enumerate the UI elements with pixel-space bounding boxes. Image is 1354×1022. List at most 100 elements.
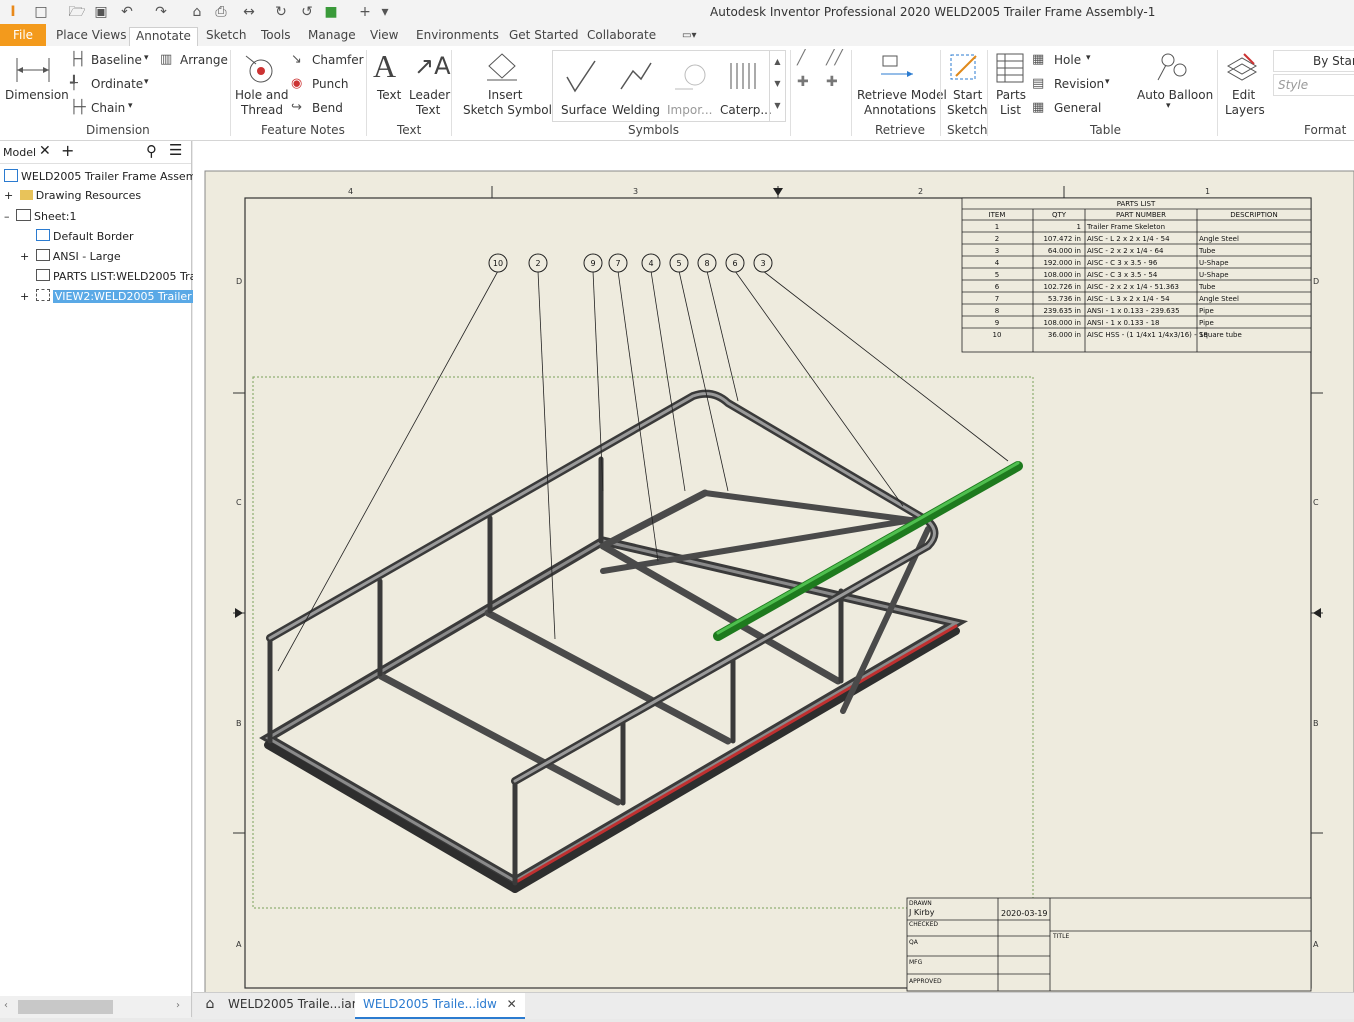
punch-button[interactable]: Punch xyxy=(312,77,348,91)
redo-icon[interactable]: ↷ xyxy=(152,3,170,21)
new-file-icon[interactable]: □ xyxy=(32,3,50,21)
parts-list-label-1[interactable]: Parts xyxy=(996,88,1026,102)
expand-icon[interactable]: + xyxy=(4,189,13,202)
hole-thread-label-1[interactable]: Hole and xyxy=(235,88,288,102)
rebuild-icon[interactable]: ↺ xyxy=(298,3,316,21)
hole-thread-icon[interactable] xyxy=(244,54,278,86)
save-icon[interactable]: ▣ xyxy=(92,3,110,21)
style-standard-select[interactable]: By Standard xyxy=(1273,50,1354,72)
revision-table-button[interactable]: Revision xyxy=(1054,77,1104,91)
tree-item-default-border[interactable]: Default Border xyxy=(36,229,134,243)
tree-item-drawing-resources[interactable]: + Drawing Resources xyxy=(4,189,141,202)
search-icon[interactable]: ⚲ xyxy=(146,142,157,160)
expand-icon[interactable]: + xyxy=(20,250,29,263)
welding-button[interactable]: Welding xyxy=(612,103,660,117)
tab-sketch[interactable]: Sketch xyxy=(200,27,252,46)
tab-annotate[interactable]: Annotate xyxy=(129,27,198,47)
parts-list-icon[interactable] xyxy=(995,52,1025,84)
close-tab-icon[interactable]: ✕ xyxy=(507,997,517,1011)
centered-pattern-icon[interactable]: ✚ xyxy=(826,74,838,90)
scroll-left-icon[interactable]: ‹ xyxy=(4,1000,8,1011)
doc-tab-assembly[interactable]: WELD2005 Traile...iam xyxy=(220,993,371,1017)
tab-manage[interactable]: Manage xyxy=(302,27,362,46)
collapse-icon[interactable]: – xyxy=(4,210,10,223)
retrieve-model-icon[interactable] xyxy=(879,52,915,84)
start-sketch-label-1[interactable]: Start xyxy=(953,88,982,102)
add-icon[interactable]: + xyxy=(356,3,374,21)
scroll-thumb[interactable] xyxy=(18,1000,113,1014)
undo-icon[interactable]: ↶ xyxy=(118,3,136,21)
bend-button[interactable]: Bend xyxy=(312,101,343,115)
expand-icon[interactable]: + xyxy=(20,290,29,303)
chain-button[interactable]: Chain xyxy=(91,101,125,115)
drawing-canvas[interactable]: 4 3 2 1 D C B A D C B A 10 2 9 7 4 5 8 6… xyxy=(193,141,1354,992)
general-table-button[interactable]: General xyxy=(1054,101,1101,115)
ordinate-dropdown-icon[interactable]: ▾ xyxy=(144,77,149,87)
auto-balloon-dropdown-icon[interactable]: ▾ xyxy=(1166,101,1171,111)
browser-title[interactable]: Model xyxy=(3,146,36,159)
baseline-button[interactable]: Baseline xyxy=(91,53,142,67)
tab-tools[interactable]: Tools xyxy=(255,27,297,46)
home-icon[interactable]: ⌂ xyxy=(188,3,206,21)
close-icon[interactable]: ✕ xyxy=(39,143,51,159)
add-icon[interactable]: + xyxy=(61,141,74,160)
inventor-logo-icon[interactable]: I xyxy=(4,3,22,21)
insert-sketch-symbol-icon[interactable] xyxy=(485,52,519,82)
start-sketch-label-2[interactable]: Sketch xyxy=(947,103,987,117)
baseline-dropdown-icon[interactable]: ▾ xyxy=(144,53,149,63)
open-folder-icon[interactable]: 🗁 xyxy=(68,3,86,21)
doc-tab-drawing[interactable]: WELD2005 Traile...idw ✕ xyxy=(355,993,525,1019)
tree-item-assembly[interactable]: WELD2005 Trailer Frame Assembly xyxy=(4,169,213,183)
gallery-scroll[interactable]: ▲ ▼ ▼ xyxy=(769,51,785,121)
hole-thread-label-2[interactable]: Thread xyxy=(241,103,283,117)
tab-view[interactable]: View xyxy=(364,27,404,46)
text-icon[interactable]: A xyxy=(373,48,396,85)
dimension-icon[interactable] xyxy=(14,54,52,84)
insert-symbol-label-2[interactable]: Sketch Symbol xyxy=(463,103,552,117)
chamfer-button[interactable]: Chamfer xyxy=(312,53,364,67)
tree-item-parts-list[interactable]: PARTS LIST:WELD2005 Trail xyxy=(36,269,202,283)
style-select[interactable]: Style xyxy=(1273,74,1354,96)
parts-list-label-2[interactable]: List xyxy=(1000,103,1021,117)
measure-icon[interactable]: ↔ xyxy=(240,3,258,21)
appearance-icon[interactable]: ■ xyxy=(322,3,340,21)
tab-get-started[interactable]: Get Started xyxy=(503,27,585,46)
tab-collaborate[interactable]: Collaborate xyxy=(581,27,662,46)
edit-layers-label-1[interactable]: Edit xyxy=(1232,88,1255,102)
tree-item-view2[interactable]: + VIEW2:WELD2005 Trailer Fr xyxy=(20,289,208,303)
dimension-button[interactable]: Dimension xyxy=(5,88,69,102)
print-icon[interactable]: ⎙ xyxy=(212,3,230,21)
update-icon[interactable]: ↻ xyxy=(272,3,290,21)
browser-horizontal-scrollbar[interactable]: ‹ › xyxy=(0,996,191,1018)
customize-icon[interactable]: ▾ xyxy=(376,3,394,21)
chain-dropdown-icon[interactable]: ▾ xyxy=(128,101,133,111)
surface-icon[interactable] xyxy=(565,59,599,93)
leader-text-icon[interactable]: ↗A xyxy=(414,52,451,80)
import-button[interactable]: Impor... xyxy=(667,103,712,117)
centerline-icon[interactable]: ╱ xyxy=(797,50,805,66)
revision-dropdown-icon[interactable]: ▾ xyxy=(1105,77,1110,87)
insert-symbol-label-1[interactable]: Insert xyxy=(488,88,522,102)
tree-item-title-block[interactable]: + ANSI - Large xyxy=(20,249,121,263)
text-button[interactable]: Text xyxy=(377,88,401,102)
tree-item-sheet[interactable]: – Sheet:1 xyxy=(4,209,77,223)
centerline-bisector-icon[interactable]: ╱╱ xyxy=(826,50,843,66)
leader-text-label-2[interactable]: Text xyxy=(416,103,440,117)
auto-balloon-button[interactable]: Auto Balloon xyxy=(1137,88,1213,102)
tab-environments[interactable]: Environments xyxy=(410,27,505,46)
hole-dropdown-icon[interactable]: ▾ xyxy=(1086,53,1091,63)
hole-table-button[interactable]: Hole xyxy=(1054,53,1081,67)
tab-place-views[interactable]: Place Views xyxy=(50,27,132,46)
retrieve-label-2[interactable]: Annotations xyxy=(864,103,936,117)
caterpillar-icon[interactable] xyxy=(727,59,761,93)
retrieve-label-1[interactable]: Retrieve Model xyxy=(857,88,947,102)
caterpillar-button[interactable]: Caterp... xyxy=(720,103,772,117)
ordinate-button[interactable]: Ordinate xyxy=(91,77,143,91)
edit-layers-icon[interactable] xyxy=(1224,52,1258,84)
center-mark-icon[interactable]: ✚ xyxy=(797,74,809,90)
arrange-button[interactable]: Arrange xyxy=(180,53,228,67)
start-sketch-icon[interactable] xyxy=(948,52,980,84)
leader-text-label-1[interactable]: Leader xyxy=(409,88,450,102)
scroll-right-icon[interactable]: › xyxy=(176,1000,180,1011)
ribbon-display-options-icon[interactable]: ▭▾ xyxy=(676,27,702,46)
